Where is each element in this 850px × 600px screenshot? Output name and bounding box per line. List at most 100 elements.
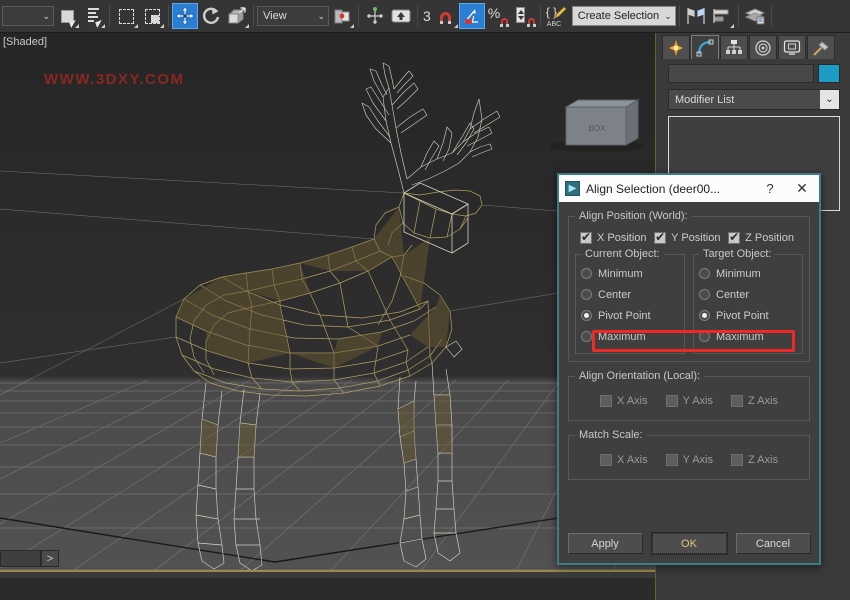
- edit-named-selection-sets-button[interactable]: { } ABC: [544, 3, 570, 29]
- dialog-title-bar[interactable]: ▶ Align Selection (deer00... ? ✕: [559, 175, 819, 202]
- current-minimum-label: Minimum: [598, 268, 643, 280]
- z-position-checkbox[interactable]: [728, 232, 740, 244]
- maxscript-listener-button[interactable]: >: [41, 550, 59, 567]
- z-position-row[interactable]: Z Position: [728, 232, 794, 244]
- layer-manager-button[interactable]: [742, 3, 768, 29]
- bent-arc-icon: [696, 39, 714, 57]
- target-center-option[interactable]: Center: [699, 284, 797, 305]
- select-and-rotate-button[interactable]: [198, 3, 224, 29]
- rectangular-selection-region-button[interactable]: [113, 3, 139, 29]
- command-tab-motion[interactable]: [749, 35, 777, 59]
- rotate-arrow-icon: [201, 6, 221, 26]
- scale-z-row[interactable]: Z Axis: [731, 454, 778, 466]
- mirror-button[interactable]: [683, 3, 709, 29]
- current-minimum-radio[interactable]: [581, 268, 592, 279]
- target-pivot-point-option[interactable]: Pivot Point: [699, 305, 797, 326]
- x-position-checkbox[interactable]: [580, 232, 592, 244]
- scale-z-checkbox[interactable]: [731, 454, 743, 466]
- scale-y-checkbox[interactable]: [666, 454, 678, 466]
- current-center-option[interactable]: Center: [581, 284, 679, 305]
- dashed-rect-icon: [119, 9, 134, 24]
- align-dialog-icon: ▶: [565, 181, 580, 196]
- current-minimum-option[interactable]: Minimum: [581, 263, 679, 284]
- object-color-swatch[interactable]: [818, 64, 840, 83]
- object-name-row: [656, 59, 850, 83]
- target-center-label: Center: [716, 289, 749, 301]
- current-pivot-point-option[interactable]: Pivot Point: [581, 305, 679, 326]
- use-center-flyout-button[interactable]: [329, 3, 355, 29]
- coord-system-value: View: [263, 10, 287, 22]
- select-object-button[interactable]: [54, 3, 80, 29]
- orientation-y-checkbox[interactable]: [666, 395, 678, 407]
- orientation-x-row[interactable]: X Axis: [600, 395, 648, 407]
- current-center-radio[interactable]: [581, 289, 592, 300]
- cancel-button[interactable]: Cancel: [736, 533, 811, 554]
- align-orientation-axes: X Axis Y Axis Z Axis: [575, 386, 803, 413]
- command-tab-hierarchy[interactable]: [720, 35, 748, 59]
- toolbar-separator: [540, 5, 541, 27]
- snap-count-label: 3: [421, 8, 433, 24]
- layers-icon: [712, 7, 732, 25]
- snaps-toggle-button[interactable]: [433, 3, 459, 29]
- scale-x-checkbox[interactable]: [600, 454, 612, 466]
- align-position-axes: X Position Y Position Z Position: [575, 226, 803, 248]
- command-tab-utilities[interactable]: [807, 35, 835, 59]
- select-by-name-button[interactable]: [80, 3, 106, 29]
- y-position-row[interactable]: Y Position: [654, 232, 720, 244]
- orientation-y-label: Y Axis: [683, 395, 713, 407]
- reference-coordinate-system-dropdown[interactable]: View ⌄: [257, 6, 329, 26]
- ok-button[interactable]: OK: [652, 533, 727, 554]
- target-center-radio[interactable]: [699, 289, 710, 300]
- current-object-group: Current Object: Minimum Center Pivot Poi…: [575, 248, 685, 354]
- select-and-manipulate-button[interactable]: [362, 3, 388, 29]
- help-button[interactable]: ?: [759, 181, 781, 196]
- target-minimum-option[interactable]: Minimum: [699, 263, 797, 284]
- target-pivot-point-radio[interactable]: [699, 310, 710, 321]
- snapshot-button[interactable]: [388, 3, 414, 29]
- command-tab-modify[interactable]: [691, 35, 719, 59]
- toolbar-separator: [253, 5, 254, 27]
- angle-snap-toggle-button[interactable]: [459, 3, 485, 29]
- current-maximum-label: Maximum: [598, 331, 646, 343]
- target-maximum-radio[interactable]: [699, 331, 710, 342]
- align-orientation-group: Align Orientation (Local): X Axis Y Axis…: [568, 370, 810, 421]
- x-position-row[interactable]: X Position: [580, 232, 647, 244]
- object-name-input[interactable]: [668, 64, 814, 83]
- current-pivot-point-radio[interactable]: [581, 310, 592, 321]
- command-tab-create[interactable]: [662, 35, 690, 59]
- select-and-scale-button[interactable]: [224, 3, 250, 29]
- abc-pencil-icon: { } ABC: [546, 6, 568, 26]
- select-and-move-button[interactable]: [172, 3, 198, 29]
- spinner-magnet-icon: [514, 7, 534, 25]
- align-button[interactable]: [709, 3, 735, 29]
- current-maximum-option[interactable]: Maximum: [581, 326, 679, 347]
- orientation-z-row[interactable]: Z Axis: [731, 395, 778, 407]
- viewport-label[interactable]: [Shaded]: [3, 36, 47, 48]
- undo-history-dropdown[interactable]: ⌄: [2, 6, 54, 26]
- apply-button[interactable]: Apply: [568, 533, 643, 554]
- close-icon[interactable]: ✕: [787, 180, 817, 197]
- main-toolbar: ⌄: [0, 0, 850, 33]
- target-minimum-radio[interactable]: [699, 268, 710, 279]
- cursor-arrow-icon: [69, 20, 78, 28]
- z-position-label: Z Position: [745, 232, 794, 244]
- command-tab-display[interactable]: [778, 35, 806, 59]
- maxscript-mini-field[interactable]: [0, 550, 41, 567]
- current-maximum-radio[interactable]: [581, 331, 592, 342]
- spinner-snap-toggle-button[interactable]: [511, 3, 537, 29]
- scale-y-row[interactable]: Y Axis: [666, 454, 713, 466]
- orientation-y-row[interactable]: Y Axis: [666, 395, 713, 407]
- named-selection-set-input[interactable]: Create Selection Se ⌄: [572, 6, 676, 26]
- orientation-x-checkbox[interactable]: [600, 395, 612, 407]
- modifier-list-dropdown[interactable]: Modifier List ⌄: [668, 89, 840, 110]
- scale-x-row[interactable]: X Axis: [600, 454, 648, 466]
- window-crossing-toggle-button[interactable]: [139, 3, 165, 29]
- percent-snap-toggle-button[interactable]: %: [485, 3, 511, 29]
- target-maximum-option[interactable]: Maximum: [699, 326, 797, 347]
- scale-y-label: Y Axis: [683, 454, 713, 466]
- orientation-z-checkbox[interactable]: [731, 395, 743, 407]
- pivot-center-icon: [332, 6, 352, 26]
- match-scale-axes: X Axis Y Axis Z Axis: [575, 445, 803, 472]
- hierarchy-tree-icon: [725, 39, 743, 57]
- y-position-checkbox[interactable]: [654, 232, 666, 244]
